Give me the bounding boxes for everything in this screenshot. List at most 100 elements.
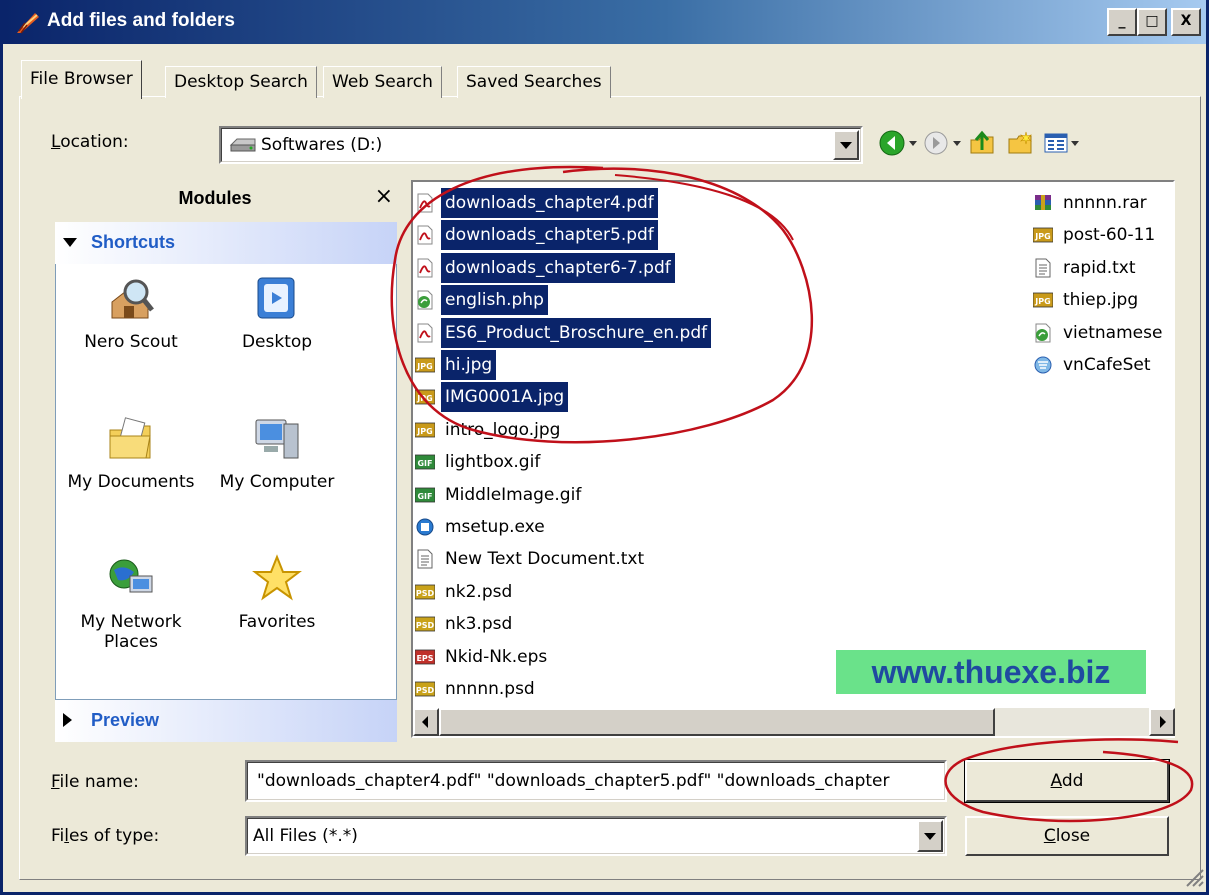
file-name: english.php (441, 285, 548, 316)
scroll-thumb[interactable] (439, 708, 995, 736)
new-folder-icon[interactable] (1007, 130, 1033, 156)
svg-text:PSD: PSD (416, 621, 435, 630)
file-name: nk3.psd (445, 614, 513, 635)
horizontal-scrollbar[interactable] (413, 708, 1175, 736)
app-feather-icon (17, 13, 39, 34)
tab-desktop-search[interactable]: Desktop Search (165, 66, 317, 98)
txt-file-icon (1035, 258, 1051, 278)
file-name: downloads_chapter4.pdf (441, 188, 658, 218)
psd-file-icon: PSD (415, 584, 435, 600)
forward-icon[interactable] (923, 130, 949, 156)
tab-file-browser[interactable]: File Browser (21, 60, 142, 99)
shortcut-label: My Computer (219, 472, 335, 492)
file-name: ES6_Product_Broschure_en.pdf (441, 317, 712, 348)
watermark: www.thuexe.biz (836, 650, 1146, 694)
psd-file-icon: PSD (415, 681, 435, 697)
svg-text:PSD: PSD (416, 589, 435, 598)
file-type-combobox[interactable]: All Files (*.*) (245, 816, 947, 856)
rar-file-icon (1035, 195, 1051, 210)
view-dropdown-icon[interactable] (1071, 141, 1079, 146)
shortcut-favorites[interactable]: Favorites (202, 554, 352, 632)
location-dropdown-arrow[interactable] (833, 130, 859, 160)
shortcut-label: Desktop (241, 332, 313, 352)
shortcuts-section-header[interactable]: Shortcuts (55, 222, 397, 264)
shortcut-my-computer[interactable]: My Computer (202, 414, 352, 492)
file-name: nnnnn.rar (1063, 193, 1147, 213)
location-combobox[interactable]: Softwares (D:) (219, 126, 863, 164)
close-window-button[interactable]: X (1171, 8, 1201, 36)
network-places-icon (109, 559, 153, 593)
shortcut-my-network-places[interactable]: My Network Places (56, 554, 206, 652)
arrow-right-icon (1160, 716, 1166, 728)
file-name: MiddleImage.gif (445, 484, 582, 505)
svg-text:PSD: PSD (416, 686, 435, 695)
close-button[interactable]: Close (965, 816, 1169, 856)
svg-text:JPG: JPG (416, 394, 432, 403)
jpg-file-icon: JPG (1033, 227, 1053, 243)
file-type-value: All Files (*.*) (253, 826, 358, 846)
shortcut-label: My Documents (67, 472, 195, 492)
file-name-label: File name: (51, 772, 139, 792)
preview-section-header[interactable]: Preview (55, 700, 397, 742)
view-menu-icon[interactable] (1043, 130, 1069, 156)
svg-text:JPG: JPG (1034, 297, 1050, 306)
exe-file-icon (416, 518, 434, 536)
shortcut-nero-scout[interactable]: Nero Scout (56, 274, 206, 352)
exe2-file-icon (1034, 356, 1052, 374)
file-name: post-60-11 (1063, 225, 1156, 246)
file-name-input[interactable]: "downloads_chapter4.pdf" "downloads_chap… (245, 760, 947, 802)
shortcut-label: Favorites (238, 612, 316, 632)
modules-pane: Modules × Shortcuts Nero Scout Desktop M… (55, 180, 397, 748)
up-folder-icon[interactable] (969, 130, 995, 156)
scroll-left-button[interactable] (413, 708, 439, 736)
tab-web-search[interactable]: Web Search (323, 66, 442, 98)
location-value: Softwares (D:) (261, 135, 383, 155)
arrow-left-icon (422, 716, 428, 728)
shortcut-desktop[interactable]: Desktop (202, 274, 352, 352)
shortcut-my-documents[interactable]: My Documents (56, 414, 206, 492)
forward-dropdown-icon[interactable] (953, 141, 961, 146)
nero-scout-icon (111, 279, 154, 319)
back-icon[interactable] (879, 130, 905, 156)
php-file-icon (1035, 323, 1051, 343)
jpg-file-icon: JPG (415, 357, 435, 373)
file-name: hi.jpg (441, 350, 497, 380)
favorites-icon (252, 554, 302, 601)
file-name: rapid.txt (1063, 257, 1136, 278)
file-name: IMG0001A.jpg (441, 382, 569, 413)
file-name-value: "downloads_chapter4.pdf" "downloads_chap… (257, 771, 890, 791)
shortcuts-header-label: Shortcuts (91, 232, 176, 252)
minimize-button[interactable]: _ (1107, 8, 1137, 36)
file-type-label: Files of type: (51, 826, 160, 846)
file-name: downloads_chapter5.pdf (441, 220, 658, 251)
file-name: downloads_chapter6-7.pdf (441, 252, 675, 283)
file-name: vietnamese (1063, 322, 1163, 343)
php-file-icon (417, 290, 433, 310)
title-bar[interactable]: Add files and folders _ □ X (3, 0, 1206, 44)
file-type-dropdown-arrow[interactable] (917, 820, 943, 852)
file-name: nnnnn.psd (445, 679, 535, 699)
svg-text:JPG: JPG (1034, 232, 1050, 241)
modules-title: Modules (178, 188, 252, 208)
shortcuts-body: Nero Scout Desktop My Documents My Compu… (55, 264, 397, 700)
tab-saved-searches[interactable]: Saved Searches (457, 66, 611, 98)
maximize-button[interactable]: □ (1137, 8, 1167, 36)
eps-file-icon: EPS (415, 649, 435, 664)
modules-close-icon[interactable]: × (375, 184, 393, 209)
psd-file-icon: PSD (415, 616, 435, 632)
file-name: New Text Document.txt (445, 549, 645, 570)
scroll-right-button[interactable] (1149, 708, 1175, 736)
window-title: Add files and folders (47, 10, 235, 31)
resize-grip-icon[interactable] (1183, 866, 1205, 888)
pdf-file-icon (417, 193, 433, 213)
svg-text:JPG: JPG (416, 362, 432, 371)
svg-text:EPS: EPS (416, 654, 433, 663)
add-files-dialog: Add files and folders _ □ X File Browser… (0, 0, 1209, 895)
my-computer-icon (255, 419, 299, 459)
back-dropdown-icon[interactable] (909, 141, 917, 146)
pdf-file-icon (417, 225, 433, 245)
add-button[interactable]: Add (964, 759, 1170, 803)
collapsed-triangle-icon (63, 713, 72, 727)
file-name: Nkid-Nk.eps (445, 646, 548, 667)
file-name: vnCafeSet (1063, 355, 1151, 375)
